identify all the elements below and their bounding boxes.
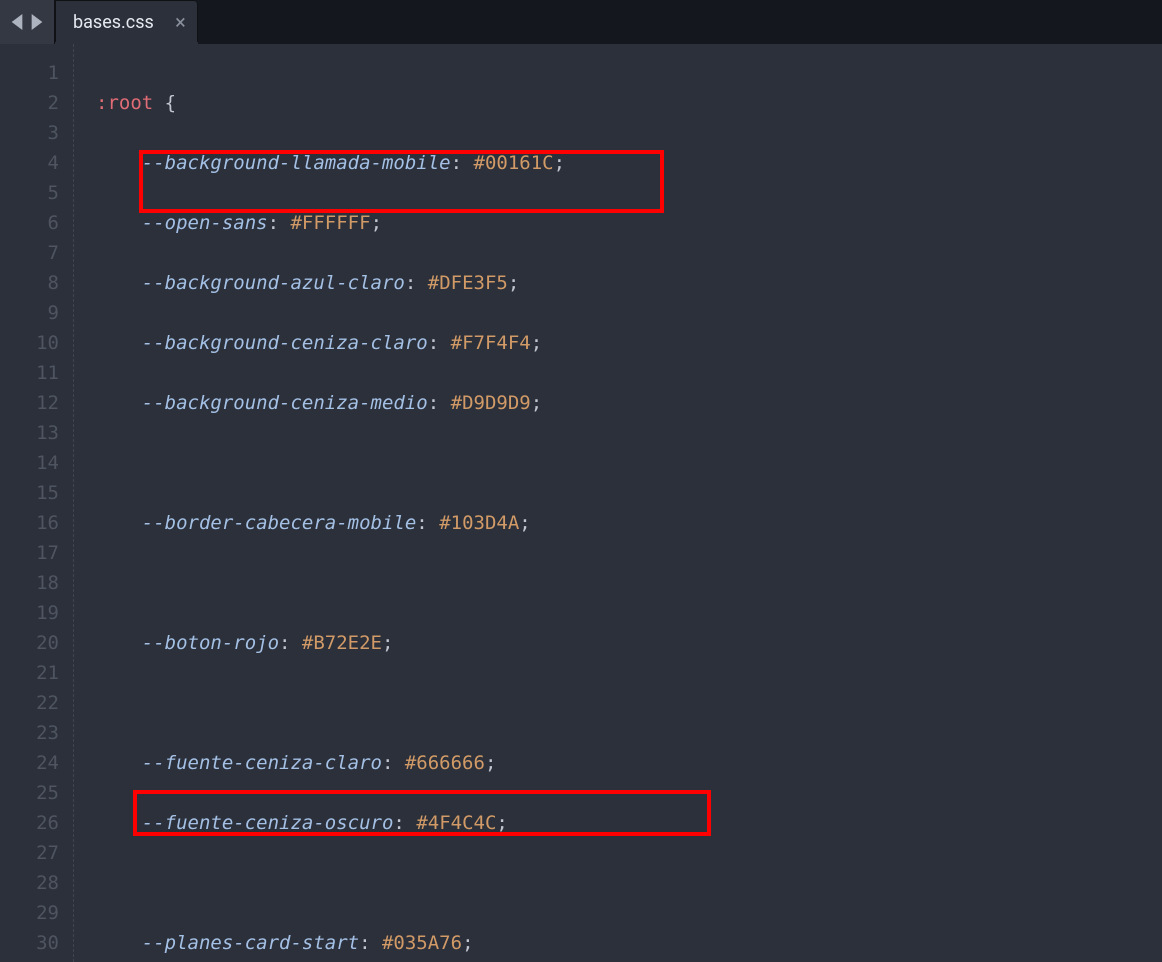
css-prop: --boton-rojo xyxy=(142,632,279,654)
line-number: 25 xyxy=(0,778,59,808)
line-gutter: 1 2 3 4 5 6 7 8 9 10 11 12 13 14 15 16 1… xyxy=(0,44,74,962)
css-hex: #103D4A xyxy=(439,512,519,534)
line-number: 3 xyxy=(0,118,59,148)
css-prop: --planes-card-start xyxy=(142,932,359,954)
code-area[interactable]: :root { --background-llamada-mobile: #00… xyxy=(74,44,1162,962)
css-hex: #D9D9D9 xyxy=(451,392,531,414)
css-prop: --background-ceniza-medio xyxy=(142,392,428,414)
tab-title: bases.css xyxy=(73,12,154,33)
line-number: 13 xyxy=(0,418,59,448)
nav-forward-icon[interactable] xyxy=(30,14,44,30)
line-number: 22 xyxy=(0,688,59,718)
line-number: 4 xyxy=(0,148,59,178)
css-hex: #00161C xyxy=(474,152,554,174)
line-number: 8 xyxy=(0,268,59,298)
editor-pane[interactable]: 1 2 3 4 5 6 7 8 9 10 11 12 13 14 15 16 1… xyxy=(0,44,1162,962)
line-number: 14 xyxy=(0,448,59,478)
line-number: 29 xyxy=(0,898,59,928)
line-number: 24 xyxy=(0,748,59,778)
editor-app: bases.css × 1 2 3 4 5 6 7 8 9 10 11 12 1… xyxy=(0,0,1162,962)
line-number: 27 xyxy=(0,838,59,868)
css-prop: --fuente-ceniza-oscuro xyxy=(142,812,394,834)
nav-back-icon[interactable] xyxy=(10,14,24,30)
line-number: 2 xyxy=(0,88,59,118)
nav-arrows xyxy=(0,0,55,44)
css-prop: --background-llamada-mobile xyxy=(142,152,451,174)
line-number: 6 xyxy=(0,208,59,238)
line-number: 1 xyxy=(0,58,59,88)
selector-root: :root xyxy=(96,92,153,114)
line-number: 11 xyxy=(0,358,59,388)
line-number: 19 xyxy=(0,598,59,628)
brace-open: { xyxy=(165,92,176,114)
css-prop: --background-azul-claro xyxy=(142,272,405,294)
line-number: 17 xyxy=(0,538,59,568)
line-number: 26 xyxy=(0,808,59,838)
css-hex: #B72E2E xyxy=(302,632,382,654)
close-icon[interactable]: × xyxy=(175,12,186,32)
line-number: 30 xyxy=(0,928,59,958)
css-prop: --open-sans xyxy=(142,212,268,234)
line-number: 20 xyxy=(0,628,59,658)
line-number: 5 xyxy=(0,178,59,208)
line-number: 7 xyxy=(0,238,59,268)
css-prop: --background-ceniza-claro xyxy=(142,332,428,354)
css-hex: #DFE3F5 xyxy=(428,272,508,294)
line-number: 21 xyxy=(0,658,59,688)
line-number: 28 xyxy=(0,868,59,898)
line-number: 18 xyxy=(0,568,59,598)
line-number: 15 xyxy=(0,478,59,508)
css-hex: #035A76 xyxy=(382,932,462,954)
css-prop: --border-cabecera-mobile xyxy=(142,512,417,534)
line-number: 12 xyxy=(0,388,59,418)
tab-active[interactable]: bases.css × xyxy=(55,0,198,44)
css-hex: #4F4C4C xyxy=(416,812,496,834)
line-number: 23 xyxy=(0,718,59,748)
css-hex: #FFFFFF xyxy=(290,212,370,234)
tabbar-fill xyxy=(198,0,1162,44)
css-hex: #666666 xyxy=(405,752,485,774)
line-number: 16 xyxy=(0,508,59,538)
line-number: 9 xyxy=(0,298,59,328)
tab-bar: bases.css × xyxy=(0,0,1162,44)
css-prop: --fuente-ceniza-claro xyxy=(142,752,382,774)
css-hex: #F7F4F4 xyxy=(451,332,531,354)
line-number: 10 xyxy=(0,328,59,358)
